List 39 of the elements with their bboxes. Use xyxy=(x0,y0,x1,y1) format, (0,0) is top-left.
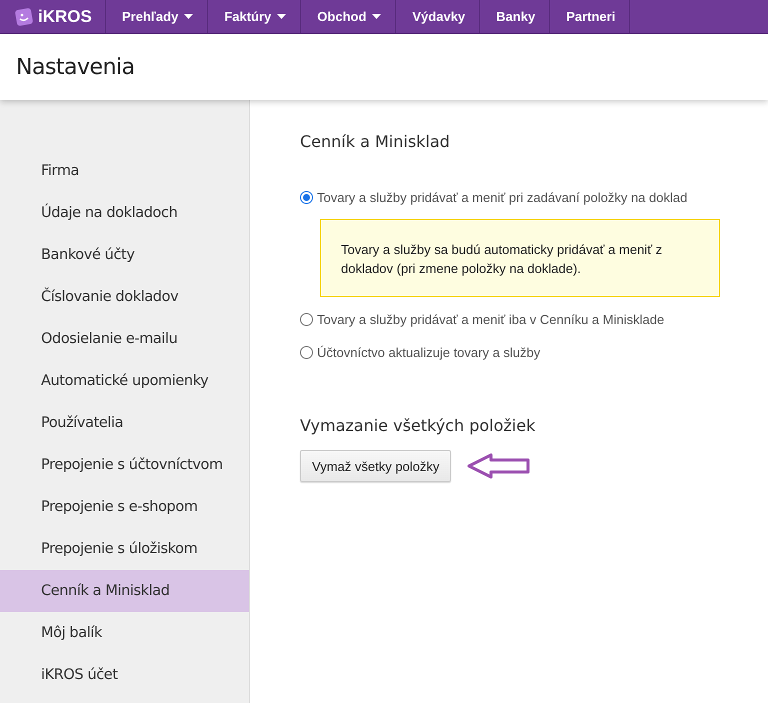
caret-icon xyxy=(372,14,382,19)
logo-icon xyxy=(14,6,34,26)
nav-menu-item[interactable]: Obchod xyxy=(301,0,396,33)
radio-option[interactable]: Tovary a služby pridávať a meniť pri zadávaní položky na doklad xyxy=(300,187,768,207)
nav-menu-item[interactable]: Prehľady xyxy=(106,0,208,33)
sidebar-item[interactable]: Cenník a Minisklad xyxy=(0,570,249,612)
option-label: Účtovníctvo aktualizuje tovary a služby xyxy=(317,344,540,360)
sidebar-item[interactable]: iKROS účet xyxy=(0,654,249,696)
sidebar-item[interactable]: Údaje na dokladoch xyxy=(0,192,249,234)
sidebar-item[interactable]: Firma xyxy=(0,150,249,192)
sidebar-item[interactable]: Bankové účty xyxy=(0,234,249,276)
nav-menu-item[interactable]: Výdavky xyxy=(396,0,480,33)
nav-menu-item[interactable]: Partneri xyxy=(550,0,630,33)
page-title: Nastavenia xyxy=(16,54,135,80)
sidebar-item[interactable]: Automatické upomienky xyxy=(0,360,249,402)
sidebar-item[interactable]: Prepojenie s e-shopom xyxy=(0,486,249,528)
option-label: Tovary a služby pridávať a meniť iba v Cenníku a Minisklade xyxy=(317,312,664,326)
radio-icon[interactable] xyxy=(300,190,313,204)
info-note: Tovary a služby sa budú automaticky pridávať a meniť z dokladov (pri zmene položky na doklade). xyxy=(320,219,720,297)
radio-option[interactable]: Tovary a služby pridávať a meniť iba v Cenníku a Minisklade xyxy=(300,309,768,329)
sidebar-item[interactable]: Používatelia xyxy=(0,402,249,444)
caret-icon xyxy=(184,14,194,19)
radio-icon[interactable] xyxy=(300,346,313,358)
delete-all-button[interactable]: Vymaž všetky položky xyxy=(300,450,452,482)
radio-option[interactable]: Účtovníctvo aktualizuje tovary a služby xyxy=(300,342,768,362)
nav-menu-item[interactable]: Faktúry xyxy=(208,0,302,33)
arrow-icon xyxy=(467,452,532,480)
sidebar-item[interactable]: Prepojenie s účtovníctvom xyxy=(0,444,249,486)
nav-menu-item[interactable]: Banky xyxy=(480,0,550,33)
sidebar-item[interactable]: Odosielanie e-mailu xyxy=(0,318,249,360)
sidebar-item[interactable]: Môj balík xyxy=(0,612,249,654)
logo-text: iKROS xyxy=(38,6,92,26)
section-title: Vymazanie všetkých položiek xyxy=(300,416,536,435)
sidebar-item[interactable]: Prepojenie s úložiskom xyxy=(0,528,249,570)
radio-icon[interactable] xyxy=(300,312,313,326)
option-label: Tovary a služby pridávať a meniť pri zadávaní položky na doklad xyxy=(317,190,688,204)
sidebar-item[interactable]: Číslovanie dokladov xyxy=(0,276,249,318)
section-title: Cenník a Minisklad xyxy=(300,132,451,151)
caret-icon xyxy=(277,14,286,19)
